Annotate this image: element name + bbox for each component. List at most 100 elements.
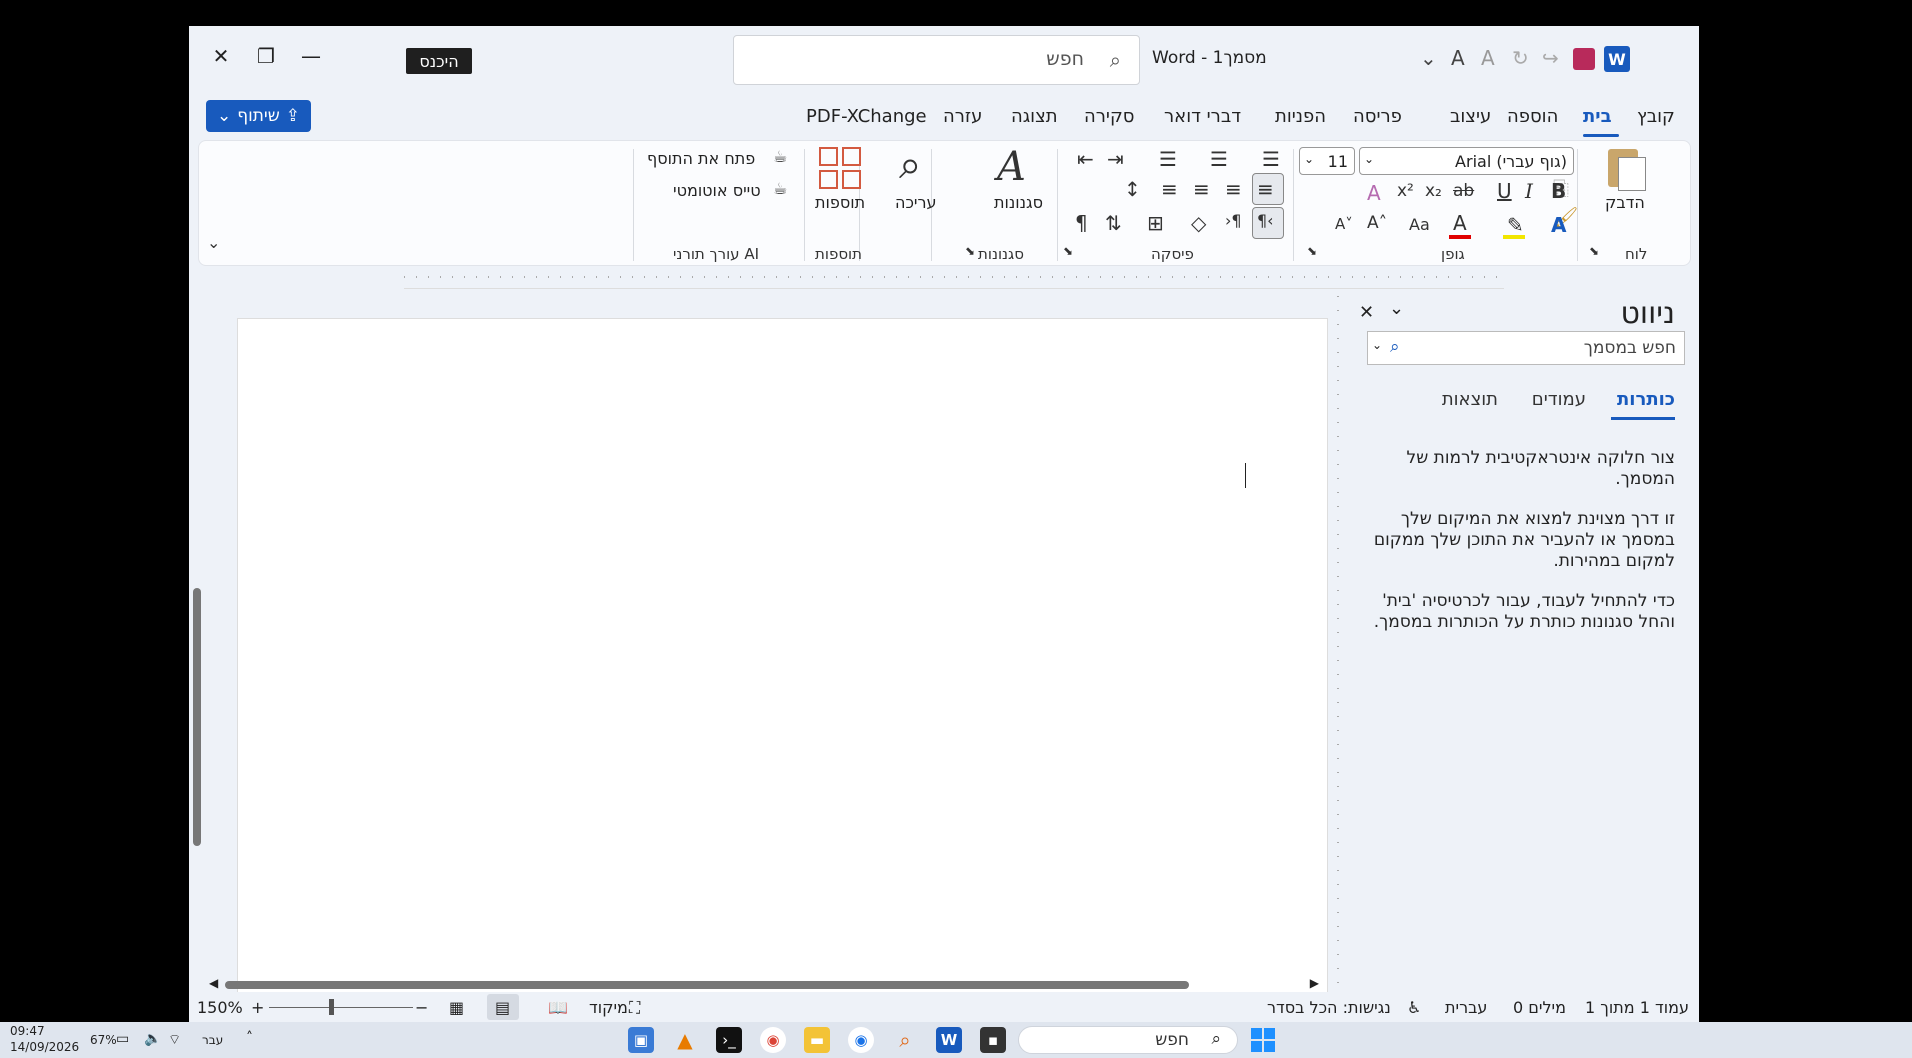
menu-view[interactable]: תצוגה xyxy=(1011,106,1058,127)
word-taskbar-icon[interactable]: W xyxy=(936,1027,962,1053)
restore-button[interactable]: ❐ xyxy=(241,38,291,74)
print-layout-icon[interactable]: ▤ xyxy=(495,998,510,1017)
save-icon[interactable] xyxy=(1573,48,1595,70)
clear-formatting-icon[interactable]: A xyxy=(1367,183,1381,203)
share-button[interactable]: ⌄ שיתוף ⇪ xyxy=(206,100,311,132)
terminal-icon[interactable]: ›_ xyxy=(716,1027,742,1053)
zoom-slider-thumb[interactable] xyxy=(329,999,334,1015)
file-explorer-icon[interactable]: ▬ xyxy=(804,1027,830,1053)
bold-icon[interactable]: B xyxy=(1551,181,1566,201)
open-addin-button[interactable]: פתח את התוסף xyxy=(647,149,755,168)
justify-icon[interactable]: ≡ xyxy=(1161,179,1178,199)
menu-references[interactable]: הפניות xyxy=(1275,106,1326,127)
menu-home[interactable]: בית xyxy=(1583,106,1612,127)
clock-time[interactable]: 09:47 xyxy=(10,1024,45,1038)
chrome-profile-icon[interactable]: ◉ xyxy=(848,1027,874,1053)
close-icon[interactable]: ✕ xyxy=(1359,302,1374,323)
menu-mailings[interactable]: דברי דואר xyxy=(1164,106,1241,127)
menu-help[interactable]: עזרה xyxy=(943,106,982,127)
start-icon[interactable] xyxy=(1250,1027,1276,1053)
align-right-icon[interactable]: ≡ xyxy=(1257,179,1274,199)
web-layout-icon[interactable]: ▦ xyxy=(449,998,464,1017)
vertical-scroll-thumb[interactable] xyxy=(193,588,201,846)
focus-label[interactable]: מיקוד xyxy=(589,998,628,1017)
align-center-icon[interactable]: ≡ xyxy=(1225,179,1242,199)
multilevel-list-icon[interactable]: ☰ xyxy=(1159,149,1177,169)
battery-level[interactable]: 67% xyxy=(90,1033,117,1047)
text-effects-icon[interactable]: A xyxy=(1551,215,1566,235)
tab-results[interactable]: תוצאות xyxy=(1442,389,1498,410)
align-left-icon[interactable]: ≡ xyxy=(1193,179,1210,199)
battery-icon[interactable]: ▭ xyxy=(116,1031,129,1047)
menu-layout[interactable]: פריסה xyxy=(1353,106,1402,127)
chrome-icon[interactable]: ◉ xyxy=(760,1027,786,1053)
menu-pdf-xchange[interactable]: PDF-XChange xyxy=(806,106,927,127)
highlight-icon[interactable]: ✎ xyxy=(1507,215,1524,235)
search-icon[interactable]: ⌕ xyxy=(1390,337,1400,357)
read-mode-icon[interactable]: 📖 xyxy=(548,998,568,1017)
minimize-button[interactable]: — xyxy=(286,38,336,74)
styles-launcher-icon[interactable]: ⬊ xyxy=(965,245,975,257)
increase-indent-icon[interactable]: ⇥ xyxy=(1107,149,1124,169)
volume-icon[interactable]: 🔈 xyxy=(144,1031,161,1047)
line-spacing-icon[interactable]: ↕ xyxy=(1124,179,1141,199)
styles-icon[interactable]: A xyxy=(997,147,1026,187)
show-marks-icon[interactable]: ¶ xyxy=(1075,213,1088,233)
rtl-direction-icon[interactable]: ¶‹ xyxy=(1257,213,1274,229)
paste-icon[interactable] xyxy=(1602,145,1648,191)
menu-insert[interactable]: הוספה xyxy=(1507,106,1558,127)
editing-label[interactable]: עריכה xyxy=(895,193,937,212)
sign-in-button[interactable]: היכנס xyxy=(406,48,472,74)
strikethrough-icon[interactable]: ab xyxy=(1453,183,1474,200)
page-count[interactable]: עמוד 1 מתוך 1 xyxy=(1585,998,1689,1017)
close-button[interactable]: ✕ xyxy=(196,38,246,74)
tab-pages[interactable]: עמודים xyxy=(1532,389,1586,410)
document-page[interactable] xyxy=(237,318,1328,1000)
superscript-icon[interactable]: x² xyxy=(1397,183,1414,200)
font-name-combo[interactable]: Arial (גוף עברי) ⌄ xyxy=(1359,147,1574,175)
font-color-icon[interactable]: A xyxy=(1453,213,1467,233)
search-app-icon[interactable]: ⌕ xyxy=(892,1027,918,1053)
vlc-icon[interactable]: ▲ xyxy=(672,1027,698,1053)
zoom-slider[interactable] xyxy=(269,1007,413,1008)
chevron-down-icon[interactable]: ⌄ xyxy=(1372,338,1382,352)
shrink-font-icon[interactable]: A˅ xyxy=(1335,217,1353,232)
vertical-scrollbar[interactable] xyxy=(189,302,207,1002)
zoom-level[interactable]: 150% xyxy=(197,998,243,1017)
change-case-icon[interactable]: Aa xyxy=(1409,217,1430,233)
addins-icon[interactable] xyxy=(819,147,861,189)
addins-label[interactable]: תוספות xyxy=(815,193,865,212)
horizontal-scroll-thumb[interactable] xyxy=(225,981,1189,989)
redo-icon[interactable]: ↻ xyxy=(1512,46,1529,70)
zoom-in-icon[interactable]: + xyxy=(251,998,264,1017)
language-indicator[interactable]: עברית xyxy=(1445,998,1487,1017)
customize-toolbar-icon[interactable]: ⌄ xyxy=(1420,46,1437,70)
clipboard-launcher-icon[interactable]: ⬊ xyxy=(1589,245,1599,257)
chevron-down-icon[interactable]: ⌄ xyxy=(1389,298,1404,319)
grow-font-icon[interactable]: A˄ xyxy=(1367,215,1387,232)
collapse-ribbon-icon[interactable]: ⌄ xyxy=(207,235,220,251)
font-size-combo[interactable]: 11 ⌄ xyxy=(1299,147,1355,175)
styles-label[interactable]: סגנונות xyxy=(994,193,1043,212)
find-icon[interactable]: ⌕ xyxy=(899,145,921,185)
underline-icon[interactable]: U xyxy=(1497,181,1512,201)
accessibility-status[interactable]: נגישות: הכל בסדר xyxy=(1267,998,1391,1017)
clock-date[interactable]: 14/09/2026 xyxy=(10,1040,79,1054)
taskbar-search[interactable]: חפש ⌕ xyxy=(1018,1026,1238,1054)
wifi-icon[interactable]: ⌔ xyxy=(168,1031,181,1049)
undo-icon[interactable]: ↪ xyxy=(1542,46,1559,70)
window-app-icon[interactable]: ▪ xyxy=(980,1027,1006,1053)
show-hidden-icons-icon[interactable]: ˄ xyxy=(246,1030,253,1046)
paste-label[interactable]: הדבק xyxy=(1605,193,1645,212)
menu-file[interactable]: קובץ xyxy=(1637,106,1675,127)
auto-draft-button[interactable]: טייס אוטומטי xyxy=(673,181,761,200)
focus-icon[interactable]: ⛶ xyxy=(629,998,640,1018)
menu-design[interactable]: עיצוב xyxy=(1450,106,1491,127)
italic-icon[interactable]: I xyxy=(1525,181,1533,201)
input-language[interactable]: עבר xyxy=(202,1033,223,1047)
tab-headings[interactable]: כותרות xyxy=(1617,389,1675,410)
subscript-icon[interactable]: x₂ xyxy=(1425,183,1442,200)
sort-icon[interactable]: ⇅ xyxy=(1105,213,1122,233)
paragraph-launcher-icon[interactable]: ⬊ xyxy=(1063,245,1073,257)
search-box[interactable]: חפש ⌕ xyxy=(733,35,1140,85)
